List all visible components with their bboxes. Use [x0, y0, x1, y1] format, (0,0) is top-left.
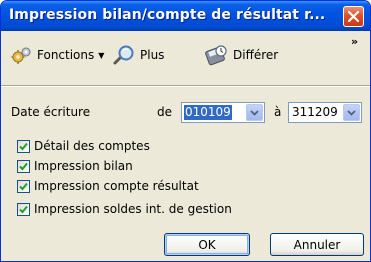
checkbox-impression-soldes[interactable]: Impression soldes int. de gestion	[17, 201, 232, 217]
from-date-combo[interactable]: 010109	[181, 102, 265, 123]
chevron-down-icon: ▼	[98, 50, 105, 60]
checkmark-icon	[19, 162, 28, 170]
toolbar-plus-label: Plus	[140, 48, 165, 62]
window-title: Impression bilan/compte de résultat r...	[9, 7, 326, 23]
ok-button[interactable]: OK	[164, 233, 250, 256]
toolbar: Fonctions ▼ Plus Différer »	[1, 31, 370, 85]
checkbox[interactable]	[17, 179, 30, 193]
cancel-button[interactable]: Annuler	[270, 233, 364, 256]
toolbar-differer-label: Différer	[233, 48, 279, 62]
chevron-down-icon	[250, 110, 259, 116]
checkbox[interactable]	[17, 202, 30, 216]
toolbar-differer-button[interactable]: Différer	[205, 43, 278, 67]
cancel-button-label: Annuler	[293, 237, 341, 252]
toolbar-overflow-button[interactable]: »	[351, 35, 358, 48]
to-label: à	[274, 105, 282, 119]
ok-button-label: OK	[198, 237, 216, 252]
checkbox-label: Impression compte résultat	[34, 179, 199, 193]
checkmark-icon	[19, 205, 28, 213]
toolbar-plus-button[interactable]: Plus	[112, 43, 164, 67]
title-bar[interactable]: Impression bilan/compte de résultat r...	[1, 1, 370, 31]
close-icon	[348, 11, 359, 22]
close-button[interactable]	[343, 6, 364, 27]
date-ecriture-label: Date écriture	[11, 105, 91, 119]
checkbox-label: Impression soldes int. de gestion	[34, 202, 232, 216]
to-date-dropdown-button[interactable]	[343, 104, 360, 121]
to-date-value[interactable]: 311209	[291, 105, 339, 120]
from-label: de	[157, 105, 172, 119]
from-date-dropdown-button[interactable]	[246, 104, 263, 121]
checkmark-icon	[19, 142, 28, 150]
gears-icon	[11, 47, 31, 64]
checkbox-detail-comptes[interactable]: Détail des comptes	[17, 138, 150, 154]
toolbar-fonctions-label: Fonctions	[37, 48, 95, 62]
print-dialog: Impression bilan/compte de résultat r...…	[0, 0, 371, 262]
checkbox-impression-compte-resultat[interactable]: Impression compte résultat	[17, 178, 199, 194]
checkmark-icon	[19, 182, 28, 190]
checkbox[interactable]	[17, 139, 30, 153]
to-date-combo[interactable]: 311209	[288, 102, 362, 123]
checkbox[interactable]	[17, 159, 30, 173]
chevron-down-icon	[347, 110, 356, 116]
toolbar-divider-highlight	[1, 86, 370, 87]
from-date-value[interactable]: 010109	[184, 105, 232, 120]
checkbox-label: Impression bilan	[34, 159, 133, 173]
toolbar-fonctions-button[interactable]: Fonctions ▼	[11, 43, 104, 67]
disk-clock-icon	[205, 45, 227, 66]
magnifier-icon	[113, 45, 134, 65]
checkbox-label: Détail des comptes	[34, 139, 150, 153]
checkbox-impression-bilan[interactable]: Impression bilan	[17, 158, 133, 174]
